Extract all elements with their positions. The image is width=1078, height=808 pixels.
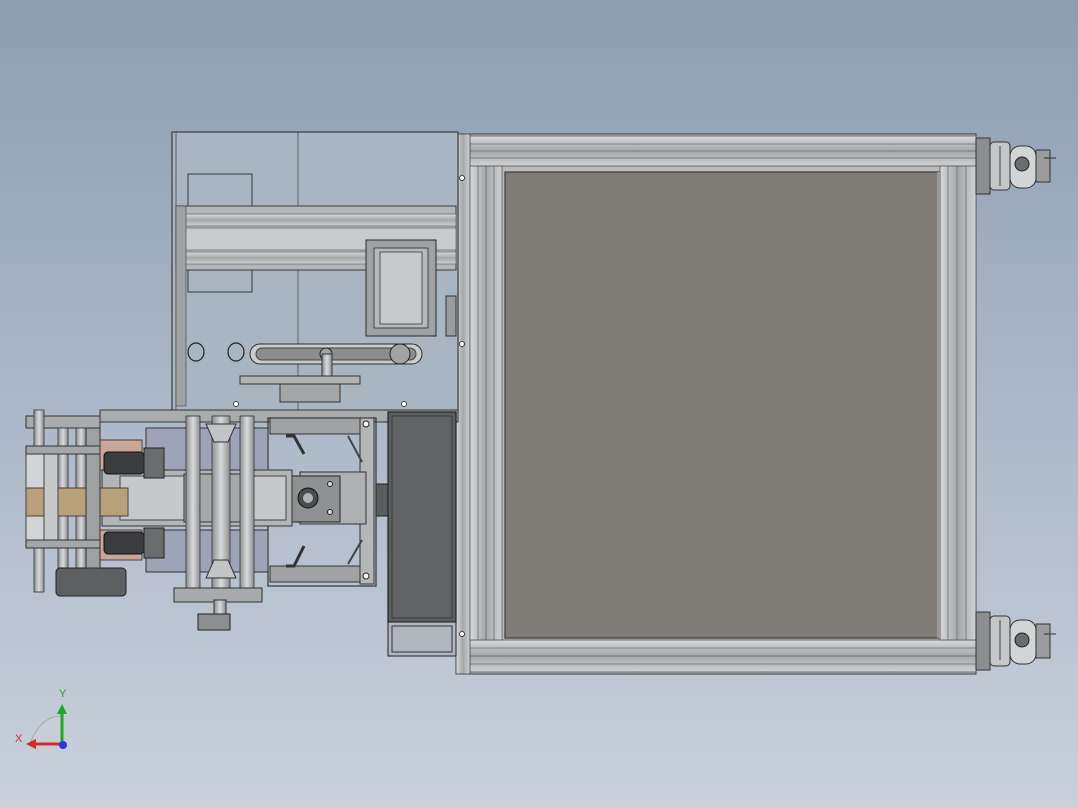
caster-bottom bbox=[975, 611, 1056, 671]
coordinate-triad bbox=[26, 704, 67, 749]
pneumatic-cylinder-bottom bbox=[103, 531, 145, 555]
inner-panel bbox=[504, 171, 940, 639]
triad-z-axis bbox=[59, 741, 67, 749]
right-rail bbox=[939, 165, 977, 641]
upper-enclosure bbox=[171, 131, 459, 413]
pneumatic-cylinder-top bbox=[103, 451, 145, 475]
caster-top bbox=[975, 137, 1056, 195]
triad-y-label: Y bbox=[59, 688, 67, 700]
cad-viewport[interactable] bbox=[0, 0, 1078, 808]
main-frame-assembly bbox=[455, 133, 977, 675]
foot-pad bbox=[197, 613, 231, 631]
triad-x-label: X bbox=[15, 733, 23, 745]
control-box bbox=[387, 411, 457, 657]
